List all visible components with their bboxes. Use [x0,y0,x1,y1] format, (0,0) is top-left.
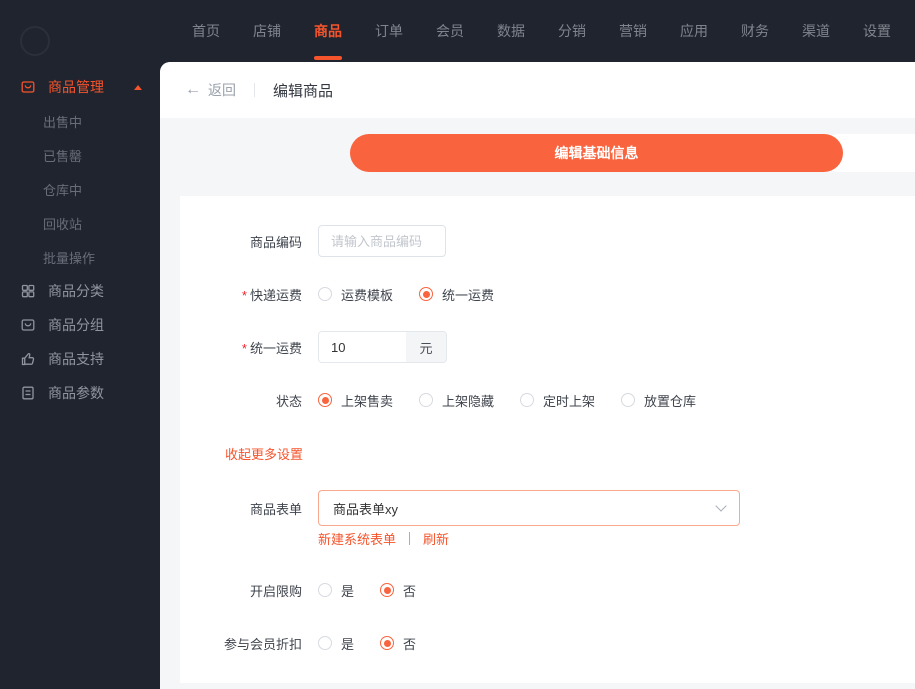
radio-unchecked-icon [520,393,535,407]
product-code-row: 商品编码 [180,225,915,257]
select-value: 商品表单xy [333,501,399,517]
form-panel: 商品编码 *快递运费 运费模板 统一运费 *统一运费 [180,196,915,683]
flat-fee-input[interactable] [319,332,406,362]
sidebar-item-product-group[interactable]: 商品分组 [0,308,160,342]
flat-shipping-radio[interactable]: 统一运费 [419,285,494,304]
member-discount-row: 参与会员折扣 是 否 [180,627,915,659]
header-divider [254,83,255,97]
status-hidden-radio[interactable]: 上架隐藏 [419,391,494,410]
purchase-limit-yes-radio[interactable]: 是 [318,581,354,600]
page-header: ← 返回 编辑商品 [160,62,915,118]
link-divider [409,531,411,545]
back-label: 返回 [208,82,236,98]
chevron-down-icon [715,500,727,512]
shipping-template-radio[interactable]: 运费模板 [318,285,393,304]
nav-item-settings[interactable]: 设置 [863,0,891,62]
collapse-settings-row: 收起更多设置 [180,437,915,469]
flat-fee-label: * 统一运费 [241,340,302,356]
status-scheduled-radio[interactable]: 定时上架 [520,391,595,410]
form-links-row: 新建系统表单 刷新 [180,528,915,548]
sidebar-subitem-recycle-bin[interactable]: 回收站 [0,206,160,240]
shipping-fee-label: * 快递运费 [241,287,302,303]
edit-basic-info-button[interactable]: 编辑基础信息 [350,134,843,172]
nav-item-apps[interactable]: 应用 [680,0,708,62]
product-code-input[interactable] [318,225,446,257]
nav-item-finance[interactable]: 财务 [741,0,769,62]
flat-fee-row: *统一运费 元 [180,331,915,363]
status-label: 状态 [275,393,302,409]
nav-item-order[interactable]: 订单 [375,0,403,62]
nav-item-member[interactable]: 会员 [436,0,464,62]
sidebar: 商品管理 出售中 已售罄 仓库中 回收站 批量操作 商品分类 商品分组 商品支持… [0,62,160,689]
sidebar-item-label: 商品分类 [48,283,104,299]
arrow-left-icon: ← [185,81,201,98]
member-discount-yes-radio[interactable]: 是 [318,634,354,653]
create-system-form-link[interactable]: 新建系统表单 [318,529,396,548]
product-form-label: 商品表单 [249,501,302,517]
sidebar-item-label: 商品支持 [48,351,104,367]
required-asterisk: * [241,340,247,356]
nav-items: 首页 店铺 商品 订单 会员 数据 分销 营销 应用 财务 渠道 设置 [192,0,891,62]
nav-item-distribution[interactable]: 分销 [558,0,586,62]
purchase-limit-no-radio[interactable]: 否 [380,581,416,600]
shipping-fee-row: * 快递运费 运费模板 统一运费 [180,278,915,310]
required-asterisk: * [241,287,247,303]
radio-checked-icon [380,583,395,597]
box-icon [20,79,36,95]
back-button[interactable]: ← 返回 [185,80,236,100]
flat-fee-input-group: 元 [318,331,447,363]
main-content: ← 返回 编辑商品 编辑基础信息 商品编码 *快递运费 运费模板 [160,62,915,689]
member-discount-label: 参与会员折扣 [223,636,302,652]
product-form-row: 商品表单 商品表单xy [180,490,915,526]
radio-checked-icon [419,287,434,301]
grid-icon [20,283,36,299]
nav-item-channel[interactable]: 渠道 [802,0,830,62]
nav-item-home[interactable]: 首页 [192,0,220,62]
fee-unit-addon: 元 [406,332,446,362]
sidebar-subitem-sold-out[interactable]: 已售罄 [0,138,160,172]
top-nav: 首页 店铺 商品 订单 会员 数据 分销 营销 应用 财务 渠道 设置 [0,0,915,62]
sidebar-item-product-params[interactable]: 商品参数 [0,376,160,410]
sidebar-item-label: 商品管理 [48,79,104,95]
page-title: 编辑商品 [273,82,334,100]
sidebar-subitem-on-sale[interactable]: 出售中 [0,104,160,138]
product-code-label: 商品编码 [249,234,302,250]
product-form-select[interactable]: 商品表单xy [318,490,740,526]
sidebar-item-product-support[interactable]: 商品支持 [0,342,160,376]
status-on-sale-radio[interactable]: 上架售卖 [318,391,393,410]
radio-unchecked-icon [419,393,434,407]
radio-checked-icon [380,636,395,650]
sidebar-subitem-in-warehouse[interactable]: 仓库中 [0,172,160,206]
purchase-limit-row: 开启限购 是 否 [180,574,915,606]
refresh-link[interactable]: 刷新 [423,529,449,548]
sidebar-item-product-management[interactable]: 商品管理 [0,70,160,104]
nav-item-data[interactable]: 数据 [497,0,525,62]
sidebar-subitem-batch-operations[interactable]: 批量操作 [0,240,160,274]
radio-unchecked-icon [318,583,332,597]
radio-checked-icon [318,393,332,407]
radio-unchecked-icon [318,636,332,650]
member-discount-no-radio[interactable]: 否 [380,634,416,653]
thumbs-up-icon [20,351,36,367]
logo [20,26,50,56]
purchase-limit-label: 开启限购 [249,583,302,599]
sidebar-item-product-category[interactable]: 商品分类 [0,274,160,308]
radio-unchecked-icon [318,287,332,301]
box-icon [20,317,36,333]
nav-item-shop[interactable]: 店铺 [253,0,281,62]
sidebar-item-label: 商品参数 [48,385,104,401]
sidebar-item-label: 商品分组 [48,317,104,333]
radio-unchecked-icon [621,393,636,407]
nav-item-marketing[interactable]: 营销 [619,0,647,62]
nav-item-product[interactable]: 商品 [314,0,342,62]
status-row: 状态 上架售卖 上架隐藏 定时上架 放置仓库 [180,384,915,416]
chevron-up-icon[interactable] [134,85,142,90]
status-warehouse-radio[interactable]: 放置仓库 [621,391,696,410]
collapse-settings-link[interactable]: 收起更多设置 [225,444,303,463]
document-icon [20,385,36,401]
